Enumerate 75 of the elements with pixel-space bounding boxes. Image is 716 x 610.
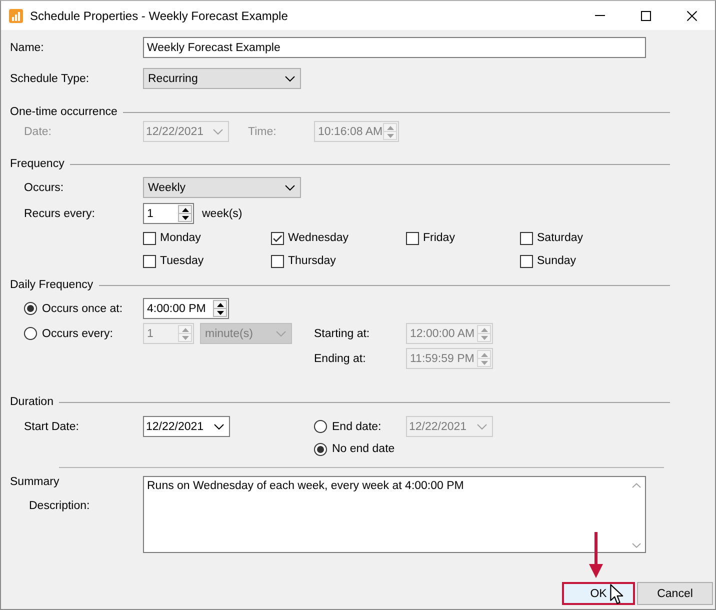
- spin-down-button[interactable]: [213, 309, 227, 317]
- triangle-up-icon: [216, 302, 224, 306]
- triangle-down-icon: [386, 134, 394, 138]
- triangle-down-icon: [480, 360, 488, 364]
- radio-label: End date:: [332, 420, 382, 432]
- checkbox-label: Thursday: [288, 255, 336, 267]
- checkbox[interactable]: [406, 232, 419, 244]
- field-label: Schedule Type:: [10, 72, 90, 84]
- spin-up-button[interactable]: [213, 300, 227, 309]
- field-label: Name:: [10, 42, 45, 54]
- field-label: Date:: [24, 126, 52, 138]
- chevron-up-icon: [632, 483, 641, 488]
- bar-chart-icon: [9, 8, 23, 22]
- chevron-down-icon: [214, 424, 224, 430]
- field-label: Recurs every:: [24, 208, 96, 220]
- maximize-icon: [641, 10, 651, 20]
- checkbox-label: Wednesday: [288, 232, 349, 244]
- checkbox-label: Saturday: [537, 232, 584, 244]
- field-label: Starting at:: [314, 328, 371, 340]
- triangle-up-icon: [182, 328, 188, 332]
- checkbox[interactable]: [143, 254, 156, 268]
- checkbox[interactable]: [520, 254, 533, 268]
- triangle-down-icon: [480, 336, 488, 340]
- section-heading: One-time occurrence: [10, 106, 118, 118]
- field-label: Time:: [248, 126, 278, 138]
- field-label: Description:: [29, 500, 90, 512]
- window-title: Schedule Properties - Weekly Forecast Example: [30, 8, 288, 22]
- spin-down-button[interactable]: [178, 214, 192, 222]
- checkbox[interactable]: [271, 232, 284, 244]
- triangle-up-icon: [386, 126, 394, 130]
- radio-label: Occurs once at:: [42, 302, 123, 314]
- radio-label: No end date: [332, 443, 395, 455]
- annotation-arrow: [589, 532, 603, 578]
- section-heading: Frequency: [10, 158, 64, 170]
- triangle-up-icon: [182, 208, 188, 212]
- radio-button[interactable]: [24, 302, 37, 315]
- unit-label: week(s): [202, 208, 242, 220]
- checkbox-label: Monday: [160, 232, 201, 244]
- triangle-down-icon: [216, 310, 224, 314]
- section-heading: Summary: [10, 476, 60, 488]
- schedule-type-dropdown[interactable]: Recurring: [143, 68, 301, 89]
- time-spinner[interactable]: 4:00:00 PM: [143, 298, 229, 319]
- description-textarea[interactable]: Runs on Wednesday of each week, every week at 4:00:00 PM: [143, 476, 646, 553]
- checkbox[interactable]: [271, 254, 284, 268]
- checkbox-label: Tuesday: [160, 255, 204, 267]
- checkbox-label: Friday: [423, 232, 455, 244]
- radio-button[interactable]: [314, 442, 327, 456]
- chevron-down-icon: [213, 128, 223, 134]
- field-label: Start Date:: [24, 420, 80, 432]
- checkbox[interactable]: [520, 232, 533, 244]
- field-label: Occurs:: [24, 182, 65, 194]
- interval-spinner[interactable]: 1: [143, 203, 194, 224]
- section-heading: Duration: [10, 396, 54, 408]
- spin-up-button[interactable]: [178, 205, 192, 214]
- name-field[interactable]: Weekly Forecast Example: [143, 37, 646, 58]
- chevron-down-icon: [632, 543, 641, 548]
- checkbox[interactable]: [143, 232, 156, 244]
- chevron-down-icon: [276, 330, 286, 336]
- chevron-down-icon: [285, 76, 295, 82]
- field-label: Ending at:: [314, 352, 367, 364]
- triangle-down-icon: [182, 336, 188, 340]
- triangle-down-icon: [182, 216, 188, 220]
- cancel-button[interactable]: Cancel: [637, 582, 713, 605]
- occurs-dropdown[interactable]: Weekly: [143, 177, 301, 198]
- radio-label: Occurs every:: [42, 328, 113, 340]
- triangle-up-icon: [480, 352, 488, 356]
- triangle-up-icon: [480, 328, 488, 332]
- close-icon: [687, 10, 697, 20]
- chevron-down-icon: [285, 184, 295, 190]
- checkbox-label: Sunday: [537, 255, 576, 267]
- minimize-icon: [595, 15, 605, 16]
- section-heading: Daily Frequency: [10, 279, 94, 291]
- ok-button[interactable]: OK: [562, 582, 635, 605]
- chevron-down-icon: [477, 424, 487, 430]
- start-date-picker[interactable]: 12/22/2021: [143, 416, 230, 437]
